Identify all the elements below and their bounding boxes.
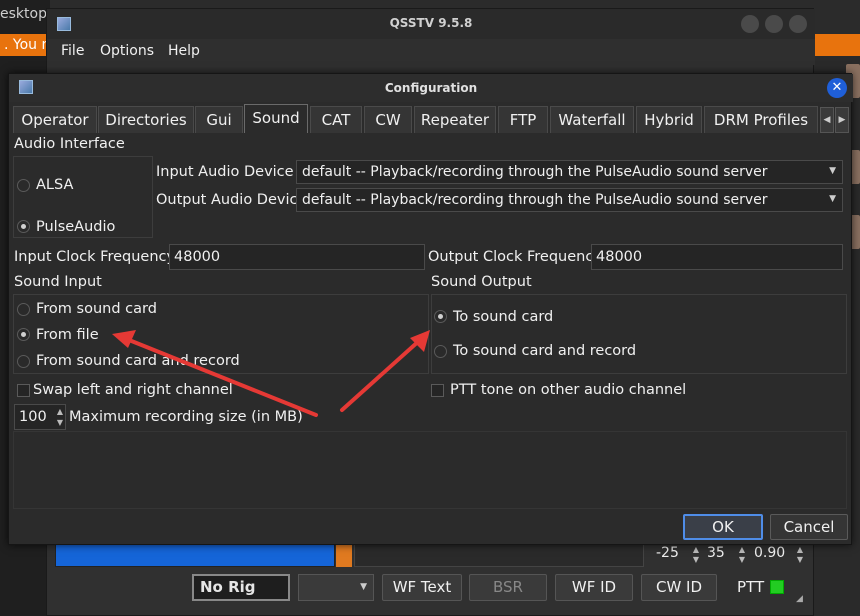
to-sound-card-radio[interactable] xyxy=(434,310,447,323)
menu-file[interactable]: File xyxy=(61,43,84,59)
input-clock-label: Input Clock Frequency xyxy=(14,249,176,265)
from-file-radio[interactable] xyxy=(17,328,30,341)
input-audio-device-value: default -- Playback/recording through th… xyxy=(302,164,768,180)
cancel-button[interactable]: Cancel xyxy=(770,514,848,540)
empty-panel xyxy=(13,431,847,509)
chevron-down-icon: ▼ xyxy=(360,582,367,592)
menu-help[interactable]: Help xyxy=(168,43,200,59)
notification-banner-right xyxy=(812,34,860,56)
chevron-down-icon: ▼ xyxy=(829,166,836,176)
spin-arrows-icon[interactable]: ▲ ▼ xyxy=(57,406,63,428)
bsr-button[interactable]: BSR xyxy=(469,574,547,601)
output-audio-device-label: Output Audio Device xyxy=(156,192,307,208)
tab-sound[interactable]: Sound xyxy=(244,104,308,133)
output-audio-device-value: default -- Playback/recording through th… xyxy=(302,192,768,208)
dialog-title: Configuration xyxy=(384,81,478,95)
input-audio-device-select[interactable]: default -- Playback/recording through th… xyxy=(296,160,843,184)
meter-track xyxy=(354,543,644,567)
alsa-label: ALSA xyxy=(36,177,74,193)
alsa-radio[interactable] xyxy=(17,179,30,192)
ptt-label: PTT xyxy=(737,578,765,596)
meter-marker[interactable] xyxy=(336,543,352,567)
cw-id-button[interactable]: CW ID xyxy=(641,574,717,601)
spin-value-2[interactable]: 35 xyxy=(707,545,725,567)
sound-input-heading: Sound Input xyxy=(14,274,102,290)
to-sound-card-and-record-label: To sound card and record xyxy=(453,343,637,359)
sound-output-group xyxy=(431,294,847,374)
from-sound-card-label: From sound card xyxy=(36,301,157,317)
wf-text-button[interactable]: WF Text xyxy=(382,574,462,601)
close-icon[interactable]: ✕ xyxy=(827,78,847,98)
input-audio-device-label: Input Audio Device xyxy=(156,164,294,180)
chevron-down-icon: ▼ xyxy=(829,194,836,204)
minimize-button[interactable] xyxy=(741,15,759,33)
spin-arrows-icon[interactable]: ▲ ▼ xyxy=(736,545,748,567)
spin-value-1[interactable]: -25 xyxy=(656,545,679,567)
configuration-dialog: Configuration ✕ Operator Directories Gui… xyxy=(8,73,853,545)
tab-cw[interactable]: CW xyxy=(364,106,412,133)
spin-arrows-icon[interactable]: ▲ ▼ xyxy=(794,545,806,567)
resize-grip-icon[interactable]: ◢ xyxy=(796,594,803,604)
rig-combo[interactable]: ▼ xyxy=(298,574,374,601)
to-sound-card-and-record-radio[interactable] xyxy=(434,345,447,358)
audio-level-meter xyxy=(55,543,335,567)
pulseaudio-label: PulseAudio xyxy=(36,219,116,235)
from-file-label: From file xyxy=(36,327,99,343)
tab-gui[interactable]: Gui xyxy=(195,106,243,133)
notification-banner: . You m xyxy=(0,34,50,56)
ptt-tone-checkbox[interactable] xyxy=(431,384,444,397)
swap-channels-checkbox[interactable] xyxy=(17,384,30,397)
maximize-button[interactable] xyxy=(765,15,783,33)
menubar: File Options Help xyxy=(47,39,815,65)
output-audio-device-select[interactable]: default -- Playback/recording through th… xyxy=(296,188,843,212)
rig-status-field: No Rig xyxy=(192,574,290,601)
main-window-title: QSSTV 9.5.8 xyxy=(389,16,473,30)
desktop-label: esktop xyxy=(0,6,47,22)
tab-cat[interactable]: CAT xyxy=(310,106,362,133)
to-sound-card-label: To sound card xyxy=(453,309,554,325)
spin-value-3[interactable]: 0.90 xyxy=(754,545,785,567)
pulseaudio-radio[interactable] xyxy=(17,220,30,233)
audio-interface-heading: Audio Interface xyxy=(14,136,125,152)
ok-button[interactable]: OK xyxy=(683,514,763,540)
tab-ftp[interactable]: FTP xyxy=(498,106,548,133)
swap-channels-label: Swap left and right channel xyxy=(33,382,233,398)
menu-options[interactable]: Options xyxy=(100,43,154,59)
from-sound-card-radio[interactable] xyxy=(17,303,30,316)
tab-repeater[interactable]: Repeater xyxy=(414,106,496,133)
close-button[interactable] xyxy=(789,15,807,33)
tab-drm-profiles[interactable]: DRM Profiles xyxy=(704,106,818,133)
spin-arrows-icon[interactable]: ▲ ▼ xyxy=(690,545,702,567)
sound-output-heading: Sound Output xyxy=(431,274,532,290)
ptt-indicator xyxy=(770,580,784,594)
output-clock-label: Output Clock Frequency xyxy=(428,249,602,265)
max-recording-value: 100 xyxy=(19,409,47,425)
tab-scroll-right-icon[interactable]: ▶ xyxy=(835,107,849,133)
tab-operator[interactable]: Operator xyxy=(13,106,97,133)
tab-scroll-left-icon[interactable]: ◀ xyxy=(820,107,834,133)
tab-hybrid[interactable]: Hybrid xyxy=(636,106,702,133)
tab-waterfall[interactable]: Waterfall xyxy=(550,106,634,133)
from-sound-card-and-record-radio[interactable] xyxy=(17,355,30,368)
from-sound-card-and-record-label: From sound card and record xyxy=(36,353,240,369)
max-recording-label: Maximum recording size (in MB) xyxy=(69,409,303,425)
tab-directories[interactable]: Directories xyxy=(98,106,194,133)
input-clock-field[interactable]: 48000 xyxy=(169,244,425,270)
output-clock-field[interactable]: 48000 xyxy=(591,244,843,270)
max-recording-spinbox[interactable]: 100 ▲ ▼ xyxy=(14,404,66,430)
wf-id-button[interactable]: WF ID xyxy=(555,574,633,601)
ptt-tone-label: PTT tone on other audio channel xyxy=(450,382,687,398)
